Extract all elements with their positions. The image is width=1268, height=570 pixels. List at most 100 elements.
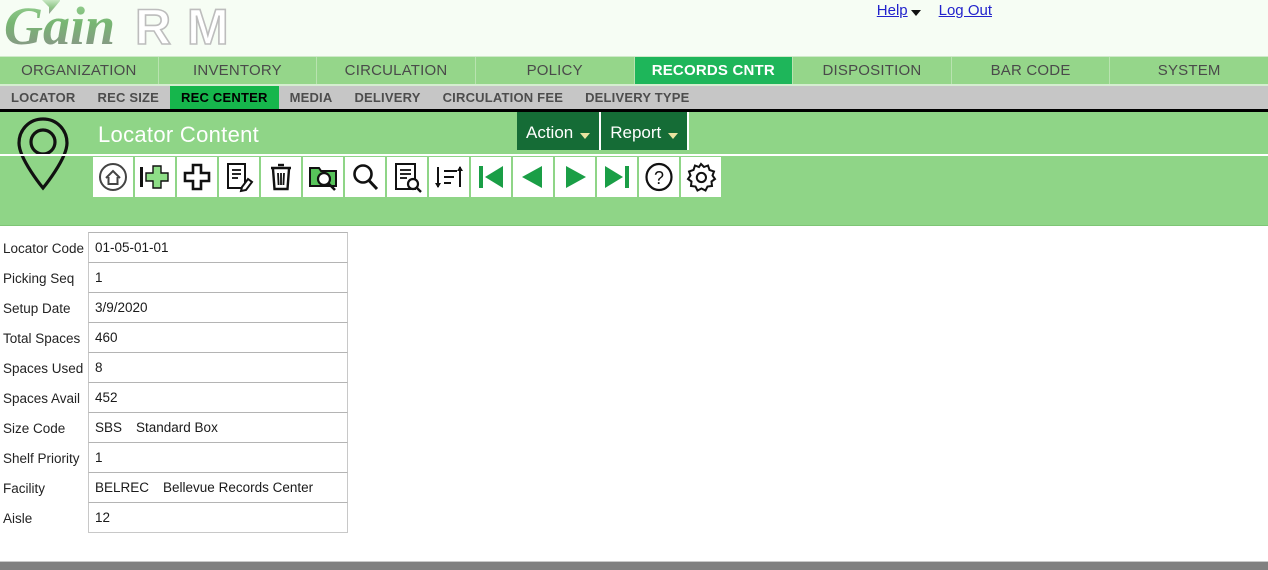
value-size-code: SBS — [95, 420, 123, 435]
last-record-button[interactable] — [597, 157, 637, 197]
svg-text:?: ? — [654, 168, 664, 188]
title-divider — [0, 154, 1268, 156]
value-size-code-desc: Standard Box — [136, 420, 218, 435]
sort-icon — [435, 166, 463, 188]
form-row-spaces-avail: Spaces Avail 452 — [0, 382, 348, 413]
label-spaces-avail: Spaces Avail — [3, 390, 81, 406]
field-total-spaces[interactable]: 460 — [88, 322, 348, 353]
next-record-icon — [566, 166, 586, 188]
subnav-item-locator[interactable]: LOCATOR — [0, 86, 86, 109]
value-picking-seq: 1 — [95, 270, 103, 285]
previous-record-button[interactable] — [513, 157, 553, 197]
field-shelf-priority[interactable]: 1 — [88, 442, 348, 473]
label-picking-seq: Picking Seq — [3, 270, 75, 286]
value-spaces-used: 8 — [95, 360, 103, 375]
field-spaces-used[interactable]: 8 — [88, 352, 348, 383]
new-record-button[interactable] — [177, 157, 217, 197]
page-title: Locator Content — [98, 122, 260, 147]
nav-tab-records-cntr[interactable]: RECORDS CNTR — [634, 57, 794, 84]
chevron-down-icon — [910, 10, 921, 16]
help-link[interactable]: Help — [877, 2, 908, 19]
subnav-item-rec-size[interactable]: REC SIZE — [86, 86, 170, 109]
svg-text:R: R — [135, 0, 171, 55]
value-shelf-priority: 1 — [95, 450, 103, 465]
subnav-item-circulation-fee[interactable]: CIRCULATION FEE — [432, 86, 574, 109]
sort-button[interactable] — [429, 157, 469, 197]
next-record-button[interactable] — [555, 157, 595, 197]
form-row-facility: Facility BELREC Bellevue Records Center — [0, 472, 348, 503]
label-size-code: Size Code — [3, 420, 66, 436]
value-aisle: 12 — [95, 510, 111, 525]
browse-folder-button[interactable] — [303, 157, 343, 197]
first-record-button[interactable] — [471, 157, 511, 197]
nav-tab-bar-code[interactable]: BAR CODE — [952, 57, 1111, 84]
page-header: Locator Content Action Report ? — [0, 112, 1268, 226]
svg-text:Gain: Gain — [4, 0, 115, 56]
footer-bar — [0, 562, 1268, 570]
nav-tab-system[interactable]: SYSTEM — [1110, 57, 1268, 84]
search-button[interactable] — [345, 157, 385, 197]
label-aisle: Aisle — [3, 510, 33, 526]
label-facility: Facility — [3, 480, 46, 496]
subnav-item-rec-center[interactable]: REC CENTER — [170, 86, 279, 109]
first-record-icon — [479, 166, 503, 188]
plus-icon — [183, 163, 211, 191]
label-locator-code: Locator Code — [3, 240, 85, 256]
nav-tab-inventory[interactable]: INVENTORY — [159, 57, 318, 84]
field-locator-code[interactable]: 01-05-01-01 — [88, 232, 348, 263]
nav-tab-disposition[interactable]: DISPOSITION — [793, 57, 952, 84]
subnav-item-media[interactable]: MEDIA — [279, 86, 344, 109]
log-out-link[interactable]: Log Out — [939, 2, 992, 19]
menu-button-group: Action Report — [517, 112, 690, 150]
form-row-size-code: Size Code SBS Standard Box — [0, 412, 348, 443]
logo-graphic: Gain R M — [4, 0, 229, 56]
nav-tab-circulation[interactable]: CIRCULATION — [317, 57, 476, 84]
help-menu[interactable]: Help — [877, 2, 921, 19]
report-menu-button[interactable]: Report — [601, 112, 690, 150]
help-button[interactable]: ? — [639, 157, 679, 197]
label-total-spaces: Total Spaces — [3, 330, 81, 346]
settings-button[interactable] — [681, 157, 721, 197]
form-row-locator-code: Locator Code 01-05-01-01 — [0, 232, 348, 263]
document-search-icon — [395, 163, 422, 193]
chevron-down-icon — [668, 132, 679, 139]
value-facility: BELREC — [95, 480, 150, 495]
field-setup-date[interactable]: 3/9/2020 — [88, 292, 348, 323]
help-circle-icon: ? — [645, 162, 673, 192]
nav-tab-policy[interactable]: POLICY — [476, 57, 635, 84]
edit-document-icon — [227, 163, 254, 193]
subnav-item-delivery[interactable]: DELIVERY — [343, 86, 431, 109]
add-green-icon — [140, 165, 169, 189]
field-spaces-avail[interactable]: 452 — [88, 382, 348, 413]
add-record-button[interactable] — [135, 157, 175, 197]
field-aisle[interactable]: 12 — [88, 502, 348, 533]
label-shelf-priority: Shelf Priority — [3, 450, 80, 466]
action-menu-label: Action — [526, 123, 574, 142]
form-row-spaces-used: Spaces Used 8 — [0, 352, 348, 383]
chevron-down-icon — [580, 132, 591, 139]
app-window: Gain R M Help Log Out ORGANIZATION INVEN… — [0, 0, 1268, 570]
form-row-setup-date: Setup Date 3/9/2020 — [0, 292, 348, 323]
top-bar: Gain R M Help Log Out — [0, 0, 1268, 56]
previous-record-icon — [522, 166, 542, 188]
home-button[interactable] — [93, 157, 133, 197]
subnav-item-delivery-type[interactable]: DELIVERY TYPE — [574, 86, 700, 109]
delete-record-button[interactable] — [261, 157, 301, 197]
value-facility-desc: Bellevue Records Center — [163, 480, 314, 495]
label-setup-date: Setup Date — [3, 300, 71, 316]
locator-content-form: Locator Code 01-05-01-01 Picking Seq 1 S… — [0, 232, 348, 533]
find-record-button[interactable] — [387, 157, 427, 197]
value-locator-code: 01-05-01-01 — [95, 240, 169, 255]
home-icon — [99, 163, 127, 191]
field-size-code[interactable]: SBS Standard Box — [88, 412, 348, 443]
settings-gear-icon — [686, 162, 717, 192]
nav-tab-organization[interactable]: ORGANIZATION — [0, 57, 159, 84]
action-menu-button[interactable]: Action — [517, 112, 602, 150]
value-setup-date: 3/9/2020 — [95, 300, 148, 315]
gainrm-logo[interactable]: Gain R M — [2, 0, 292, 56]
field-picking-seq[interactable]: 1 — [88, 262, 348, 293]
value-total-spaces: 460 — [95, 330, 118, 345]
edit-record-button[interactable] — [219, 157, 259, 197]
form-row-aisle: Aisle 12 — [0, 502, 348, 533]
field-facility[interactable]: BELREC Bellevue Records Center — [88, 472, 348, 503]
